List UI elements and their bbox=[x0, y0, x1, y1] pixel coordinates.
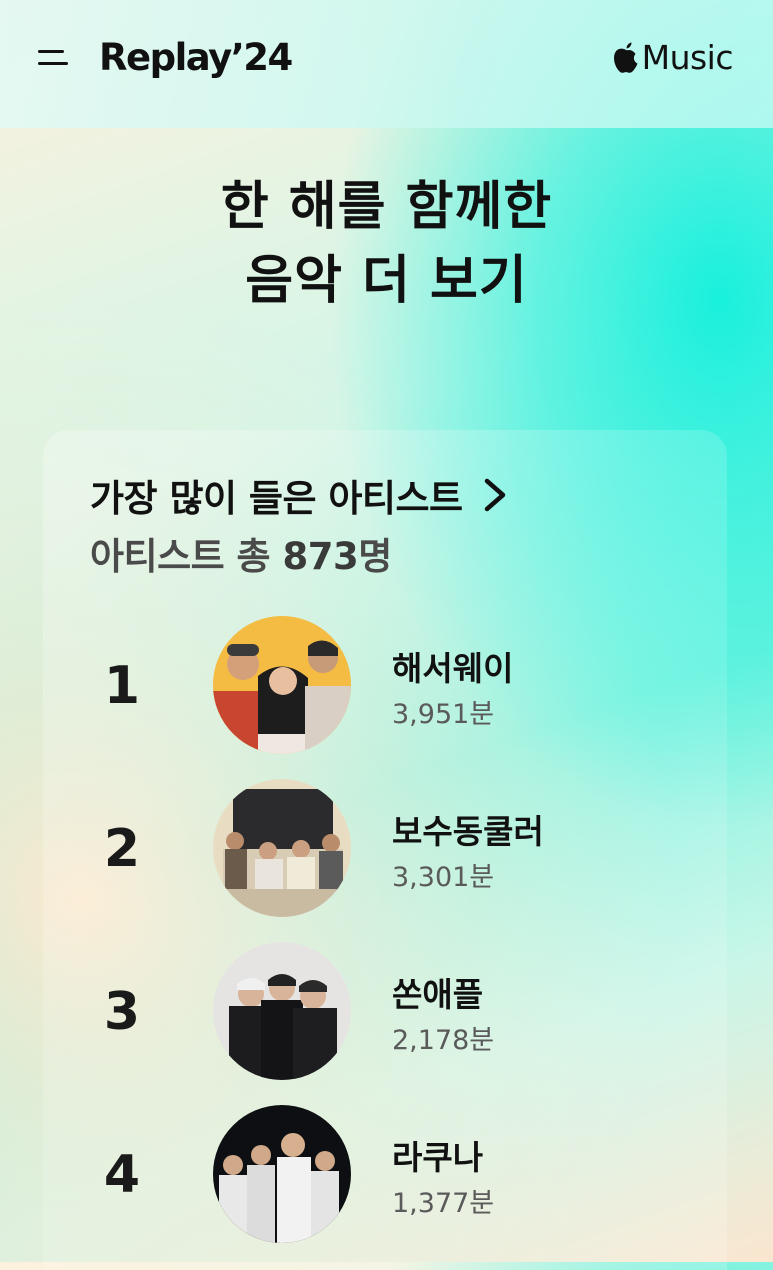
artist-name: 보수동쿨러 bbox=[392, 812, 544, 851]
rank-number: 2 bbox=[103, 819, 141, 879]
menu-icon[interactable] bbox=[38, 46, 70, 70]
artist-photo bbox=[213, 616, 351, 754]
artist-row[interactable]: 3 쏜애플 2,178분 bbox=[0, 942, 773, 1082]
page-headline: 한 해를 함께한 음악 더 보기 bbox=[0, 170, 773, 318]
artist-row[interactable]: 2 보수동쿨러 3,301분 bbox=[0, 779, 773, 919]
headline-line-1: 한 해를 함께한 bbox=[220, 177, 553, 237]
artist-photo bbox=[213, 779, 351, 917]
replay-logo: Replay’24 bbox=[99, 36, 293, 79]
artist-count: 아티스트 총 873명 bbox=[90, 526, 392, 580]
section-title: 가장 많이 들은 아티스트 bbox=[90, 477, 463, 520]
rank-number: 1 bbox=[103, 656, 141, 716]
artist-photo bbox=[213, 942, 351, 1080]
listen-minutes: 3,951분 bbox=[392, 699, 495, 730]
artist-row[interactable]: 4 라쿠나 1,377분 bbox=[0, 1105, 773, 1245]
chevron-right-icon bbox=[484, 478, 505, 512]
artist-count-number: 873 bbox=[282, 535, 359, 578]
music-label: Music bbox=[641, 38, 734, 77]
artist-name: 해서웨이 bbox=[392, 649, 514, 688]
artist-name: 쏜애플 bbox=[392, 975, 484, 1014]
rank-number: 4 bbox=[103, 1145, 141, 1205]
artist-photo bbox=[213, 1105, 351, 1243]
headline-line-2: 음악 더 보기 bbox=[245, 251, 528, 311]
top-bar: Replay’24 Music bbox=[0, 0, 773, 128]
artist-name: 라쿠나 bbox=[392, 1138, 484, 1177]
artist-count-suffix: 명 bbox=[358, 535, 392, 578]
artist-row[interactable]: 1 해서웨이 3,951분 bbox=[0, 616, 773, 756]
apple-music-logo: Music bbox=[612, 38, 734, 77]
artist-count-prefix: 아티스트 총 bbox=[90, 535, 283, 578]
listen-minutes: 1,377분 bbox=[392, 1188, 495, 1219]
listen-minutes: 3,301분 bbox=[392, 862, 495, 893]
apple-icon bbox=[613, 42, 638, 73]
listen-minutes: 2,178분 bbox=[392, 1025, 495, 1056]
top-artists-link[interactable]: 가장 많이 들은 아티스트 bbox=[90, 468, 507, 522]
rank-number: 3 bbox=[103, 982, 141, 1042]
